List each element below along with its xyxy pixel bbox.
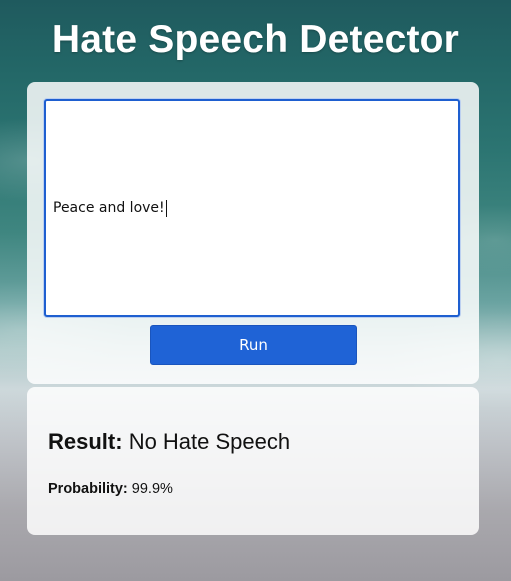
input-panel: Peace and love! Run [27, 82, 479, 384]
result-line: Result: No Hate Speech [48, 429, 290, 455]
probability-label: Probability: [48, 481, 128, 497]
result-label: Result: [48, 429, 123, 454]
text-cursor [165, 199, 167, 217]
page-title: Hate Speech Detector [51, 18, 460, 61]
probability-value: 99.9% [131, 481, 173, 497]
run-button[interactable]: Run [150, 325, 357, 365]
text-input[interactable]: Peace and love! [44, 99, 460, 317]
probability-line: Probability: 99.9% [48, 481, 173, 497]
result-panel: Result: No Hate Speech Probability: 99.9… [27, 387, 479, 535]
text-input-value: Peace and love! [53, 200, 165, 216]
result-value: No Hate Speech [128, 429, 291, 454]
